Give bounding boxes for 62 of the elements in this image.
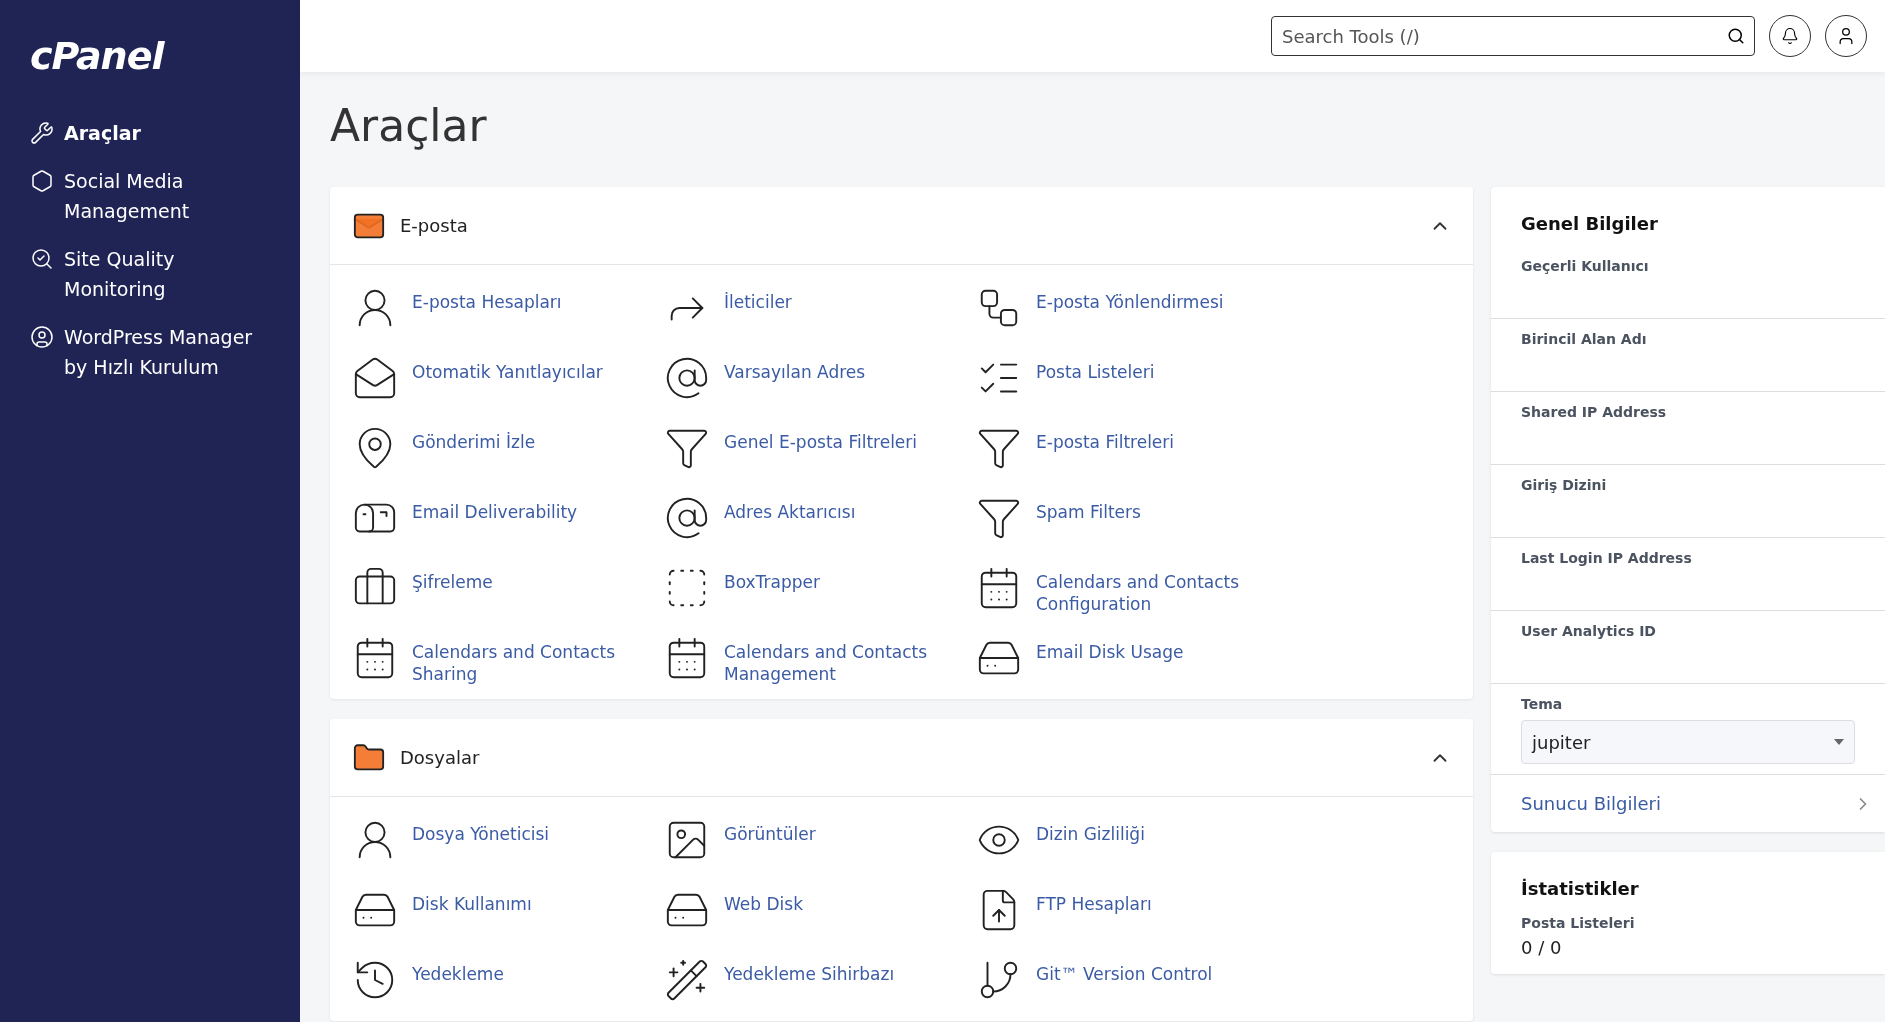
stat-value: 0 / 0 <box>1521 937 1563 958</box>
section-header[interactable]: E-posta <box>330 187 1473 265</box>
tool-link[interactable]: Web Disk <box>664 875 976 945</box>
field-label: Last Login IP Address <box>1521 550 1693 566</box>
field-label: Geçerli Kullanıcı <box>1521 258 1650 274</box>
tool-link[interactable]: Calendars and Contacts Configuration <box>976 553 1288 623</box>
tool-link[interactable]: Git™ Version Control <box>976 945 1288 1015</box>
bell-icon <box>1781 27 1799 45</box>
tool-link[interactable]: Email Deliverability <box>352 483 664 553</box>
field-label: Birincil Alan Adı <box>1521 331 1648 347</box>
server-info-link[interactable]: Sunucu Bilgileri <box>1491 775 1885 832</box>
sidebar-item[interactable]: Site Quality Monitoring <box>30 244 270 304</box>
tool-link[interactable]: Yedekleme Sihirbazı <box>664 945 976 1015</box>
panel-title: Genel Bilgiler <box>1520 212 1659 236</box>
tool-link[interactable]: Dizin Gizliliği <box>976 805 1288 875</box>
theme-select[interactable]: jupiter <box>1521 720 1855 764</box>
tool-link[interactable]: Genel E-posta Filtreleri <box>664 413 976 483</box>
sidebar-item-icon <box>30 169 54 193</box>
tool-icon <box>352 355 398 401</box>
tool-link[interactable]: Calendars and Contacts Sharing <box>352 623 664 693</box>
user-menu-button[interactable] <box>1825 15 1867 57</box>
tool-link[interactable]: Gönderimi İzle <box>352 413 664 483</box>
search-icon <box>1727 27 1745 45</box>
field-label: Tema <box>1521 696 1564 712</box>
tool-link[interactable]: E-posta Filtreleri <box>976 413 1288 483</box>
field-label: Giriş Dizini <box>1521 477 1608 493</box>
tool-link[interactable]: E-posta Yönlendirmesi <box>976 273 1288 343</box>
cpanel-logo: cPanel <box>30 34 164 78</box>
tool-link[interactable]: Görüntüler <box>664 805 976 875</box>
tool-link[interactable]: Disk Kullanımı <box>352 875 664 945</box>
tool-link[interactable]: Adres Aktarıcısı <box>664 483 976 553</box>
tool-icon <box>664 957 710 1003</box>
field-label: Shared IP Address <box>1521 404 1668 420</box>
tool-icon <box>664 495 710 541</box>
tool-link[interactable]: Otomatik Yanıtlayıcılar <box>352 343 664 413</box>
sidebar-item[interactable]: WordPress Manager by Hızlı Kurulum <box>30 322 270 382</box>
tool-link[interactable]: E-posta Hesapları <box>352 273 664 343</box>
sidebar-item-icon <box>30 325 54 349</box>
sidebar-item-icon <box>30 247 54 271</box>
notifications-button[interactable] <box>1769 15 1811 57</box>
page-title: Araçlar <box>330 100 488 151</box>
field-label: User Analytics ID <box>1521 623 1657 639</box>
tool-link[interactable]: Dosya Yöneticisi <box>352 805 664 875</box>
panel-title: İstatistikler <box>1520 877 1640 901</box>
tool-link[interactable]: Varsayılan Adres <box>664 343 976 413</box>
tool-link[interactable]: Calendars and Contacts Management <box>664 623 976 693</box>
tool-link[interactable]: Yedekleme <box>352 945 664 1015</box>
tool-link[interactable]: Email Disk Usage <box>976 623 1288 693</box>
tool-icon <box>664 355 710 401</box>
dropdown-caret-icon <box>1834 739 1844 745</box>
tool-link[interactable]: BoxTrapper <box>664 553 976 623</box>
tool-link[interactable]: İleticiler <box>664 273 976 343</box>
sidebar-item[interactable]: Social Media Management <box>30 166 270 226</box>
tool-link[interactable]: Spam Filters <box>976 483 1288 553</box>
tool-link[interactable]: FTP Hesapları <box>976 875 1288 945</box>
tool-link[interactable]: Şifreleme <box>352 553 664 623</box>
stat-label: Posta Listeleri <box>1521 915 1636 931</box>
section-header[interactable]: Dosyalar <box>330 719 1473 797</box>
tool-link[interactable]: Posta Listeleri <box>976 343 1288 413</box>
sidebar-item-icon <box>30 121 54 145</box>
search-field[interactable]: Search Tools (/) <box>1271 16 1755 56</box>
sidebar-item[interactable]: Araçlar <box>30 118 270 148</box>
